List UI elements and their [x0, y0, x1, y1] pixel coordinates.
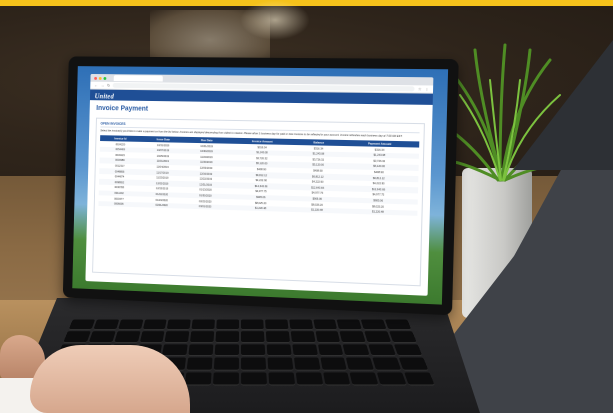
- keyboard-key: [166, 319, 192, 331]
- keyboard-key: [293, 357, 321, 371]
- keyboard-key: [376, 372, 407, 386]
- keyboard-key: [213, 372, 239, 386]
- keyboard-key: [266, 344, 292, 356]
- keyboard-key: [268, 372, 295, 386]
- keyboard-key: [385, 319, 412, 331]
- keyboard-key: [240, 319, 264, 331]
- reload-icon[interactable]: ↻: [107, 81, 110, 89]
- page-title: Invoice Payment: [96, 105, 149, 113]
- keyboard-key: [63, 331, 91, 343]
- keyboard-key: [186, 357, 213, 371]
- keyboard-key: [349, 372, 379, 386]
- keyboard-key: [264, 319, 289, 331]
- keyboard-key: [343, 344, 371, 356]
- keyboard-key: [215, 331, 240, 343]
- keyboard-key: [389, 331, 417, 343]
- table-cell: 0006005: [98, 200, 140, 208]
- keyboard-key: [291, 344, 318, 356]
- keyboard-key: [240, 331, 265, 343]
- keyboard-key: [312, 319, 338, 331]
- united-logo[interactable]: United: [95, 92, 114, 100]
- keyboard-key: [337, 319, 363, 331]
- keyboard-key: [404, 372, 435, 386]
- bookmark-star-icon[interactable]: ☆: [418, 85, 422, 93]
- keyboard-key: [190, 331, 215, 343]
- table-cell: 03/01/2020: [184, 203, 227, 211]
- keyboard-key: [394, 344, 423, 356]
- keyboard-key: [68, 319, 95, 331]
- keyboard-key: [185, 372, 212, 386]
- keyboard-key: [364, 331, 392, 343]
- keyboard-key: [214, 344, 240, 356]
- table-cell: $1,220.48: [295, 206, 339, 214]
- keyboard-key: [346, 357, 375, 371]
- table-body: 0024220 10/31/2019 10/31/2019 $316.34 $316.3…: [98, 141, 419, 217]
- keyboard-key: [113, 331, 141, 343]
- keyboard-key: [288, 319, 313, 331]
- table-cell: 02/01/2020: [139, 202, 185, 210]
- keyboard-key: [216, 319, 240, 331]
- invoice-table: Invoice Id Issue Date Due Date Invoice Amou…: [98, 135, 420, 217]
- keyboard-key: [317, 344, 344, 356]
- keyboard-key: [117, 319, 143, 331]
- keyboard-key: [372, 357, 402, 371]
- keyboard-key: [241, 357, 267, 371]
- keyboard-key: [93, 319, 119, 331]
- laptop-screen: ← → ↻ ☆ ⋮ United Invoice Payment OPEN IN…: [62, 56, 459, 316]
- keyboard-key: [398, 357, 429, 371]
- keyboard-key: [267, 357, 294, 371]
- keyboard-key: [361, 319, 387, 331]
- forward-arrow-icon[interactable]: →: [100, 81, 104, 89]
- blurred-lamp: [240, 0, 310, 40]
- keyboard-key: [213, 357, 239, 371]
- keyboard-key: [290, 331, 316, 343]
- keyboard-key: [295, 372, 323, 386]
- keyboard-key: [191, 319, 216, 331]
- browser-window: ← → ↻ ☆ ⋮ United Invoice Payment OPEN IN…: [85, 73, 434, 296]
- keyboard-key: [164, 331, 190, 343]
- keyboard-key: [265, 331, 290, 343]
- table-cell: $1,220.48: [226, 204, 296, 213]
- keyboard-key: [319, 357, 348, 371]
- back-arrow-icon[interactable]: ←: [94, 81, 98, 89]
- keyboard-key: [322, 372, 351, 386]
- keyboard-key: [240, 344, 266, 356]
- keyboard-key: [188, 344, 214, 356]
- desktop-wallpaper: ← → ↻ ☆ ⋮ United Invoice Payment OPEN IN…: [72, 66, 449, 305]
- keyboard-key: [139, 331, 165, 343]
- browser-tab[interactable]: [113, 75, 163, 82]
- keyboard-key: [315, 331, 341, 343]
- keyboard-key: [241, 372, 267, 386]
- keyboard-key: [142, 319, 168, 331]
- minimize-window-icon[interactable]: [98, 76, 102, 80]
- keyboard-key: [368, 344, 397, 356]
- open-invoices-card: OPEN INVOICES Select the invoice(s) you'…: [92, 117, 425, 287]
- close-window-icon[interactable]: [94, 76, 98, 80]
- keyboard-key: [339, 331, 367, 343]
- maximize-window-icon[interactable]: [103, 76, 107, 80]
- keyboard-key: [162, 344, 188, 356]
- browser-menu-icon[interactable]: ⋮: [425, 85, 429, 93]
- keyboard-key: [88, 331, 116, 343]
- table-cell: $1,220.48: [338, 208, 418, 217]
